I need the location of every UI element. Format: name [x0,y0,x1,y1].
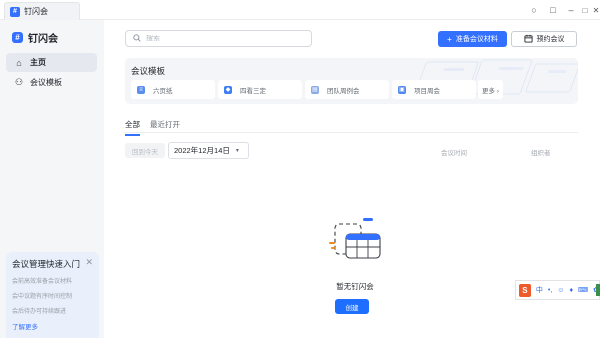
template-panel: 会议模板 ≡ 六页纸 ◆ 四看三定 ▤ 团队周例会 ▣ 项目周会 更多 › [125,58,578,104]
app-tab[interactable]: # 钉闪会 [4,2,80,20]
ime-toolbar[interactable]: S 中 •, ☺ ♦ ⌨ ✿ [515,280,600,300]
brand: # 钉闪会 [12,30,58,45]
search-box[interactable] [125,30,312,47]
learn-more-link[interactable]: 了解更多 [12,321,93,331]
prepare-materials-label: 准备会议材料 [455,36,498,43]
dingshan-logo-icon: # [10,6,20,17]
quick-start-title: 会议管理快速入门 [12,259,81,269]
empty-state-illustration-icon [329,218,381,259]
brand-name: 钉闪会 [28,34,58,45]
tab-recent[interactable]: 最近打开 [150,119,180,133]
pin-icon[interactable]: ○ [528,4,540,16]
template-card[interactable]: ≡ 六页纸 [131,80,215,99]
quick-start-item: 会后待办可持续跟进 [12,309,67,315]
keyboard-icon[interactable]: ⌨ [578,286,588,294]
chevron-down-icon: ▾ [235,148,239,154]
minimize-icon[interactable]: – [565,4,577,16]
quick-start-item: 会前高效准备会议材料 [12,279,73,285]
plus-icon: + [447,34,452,44]
schedule-meeting-button[interactable]: 预约会议 [511,31,577,47]
template-panel-title: 会议模板 [131,66,166,76]
quick-start-card: 会议管理快速入门 ✕ 会前高效准备会议材料 会中议题有序时间控制 会后待办可持续… [6,252,99,338]
create-button[interactable]: 创建 [335,299,369,314]
sidebar-item-templates[interactable]: ⚇ 会议模板 [6,73,97,92]
tab-all[interactable]: 全部 [125,119,140,136]
project-icon: ▣ [398,85,406,94]
sidebar-item-home[interactable]: ⌂ 主页 [6,53,97,72]
meeting-tabs: 全部 最近打开 [125,119,190,136]
more-templates-button[interactable]: 更多 › [478,80,503,99]
tab-title: 钉闪会 [24,7,48,16]
calendar-icon [523,34,533,45]
search-input[interactable] [146,35,296,42]
template-card[interactable]: ▣ 项目周会 [392,80,476,99]
prepare-materials-button[interactable]: + 准备会议材料 [438,31,507,47]
ime-mode-icon[interactable]: 中 [536,285,543,295]
template-label: 团队周例会 [327,87,360,95]
sogou-logo-icon[interactable]: S [519,283,531,297]
document-icon: ≡ [137,85,145,94]
sidebar: # 钉闪会 ⌂ 主页 ⚇ 会议模板 会议管理快速入门 ✕ 会前高效准备会议材料 … [0,20,104,338]
restore-icon[interactable]: □ [547,4,559,16]
schedule-meeting-label: 预约会议 [536,36,565,43]
more-templates-label: 更多 › [482,87,499,95]
sidebar-item-label: 主页 [30,58,46,67]
template-label: 六页纸 [153,87,173,95]
home-icon: ⌂ [16,57,22,68]
quick-start-item: 会中议题有序时间控制 [12,294,73,300]
dingshan-brand-icon: # [12,32,23,43]
date-select[interactable]: 2022年12月14日 ▾ [168,142,249,159]
emoji-icon[interactable]: ☺ [557,287,564,294]
close-icon[interactable]: ✕ [590,4,600,16]
sidebar-item-label: 会议模板 [30,78,62,87]
punctuation-icon[interactable]: •, [548,287,552,294]
close-icon[interactable]: ✕ [85,257,93,268]
date-value: 2022年12月14日 [174,146,230,155]
template-icon: ⚇ [14,77,24,87]
template-label: 四看三定 [240,87,266,95]
list-icon: ▤ [311,85,319,94]
voice-icon[interactable]: ♦ [569,287,573,294]
diamond-icon: ◆ [224,85,232,94]
edge-indicator [596,284,600,296]
template-label: 项目周会 [414,87,440,95]
column-header-organizer: 组织者 [531,150,551,157]
column-header-time: 会议时间 [441,150,467,157]
search-icon [133,33,141,44]
title-bar: # 钉闪会 ○ □ – □ ✕ [0,0,600,20]
template-card[interactable]: ▤ 团队周例会 [305,80,389,99]
empty-state-text: 暂无钉闪会 [336,282,374,291]
back-to-today-button[interactable]: 回到今天 [125,143,165,158]
template-card[interactable]: ◆ 四看三定 [218,80,302,99]
tab-divider [125,132,578,133]
